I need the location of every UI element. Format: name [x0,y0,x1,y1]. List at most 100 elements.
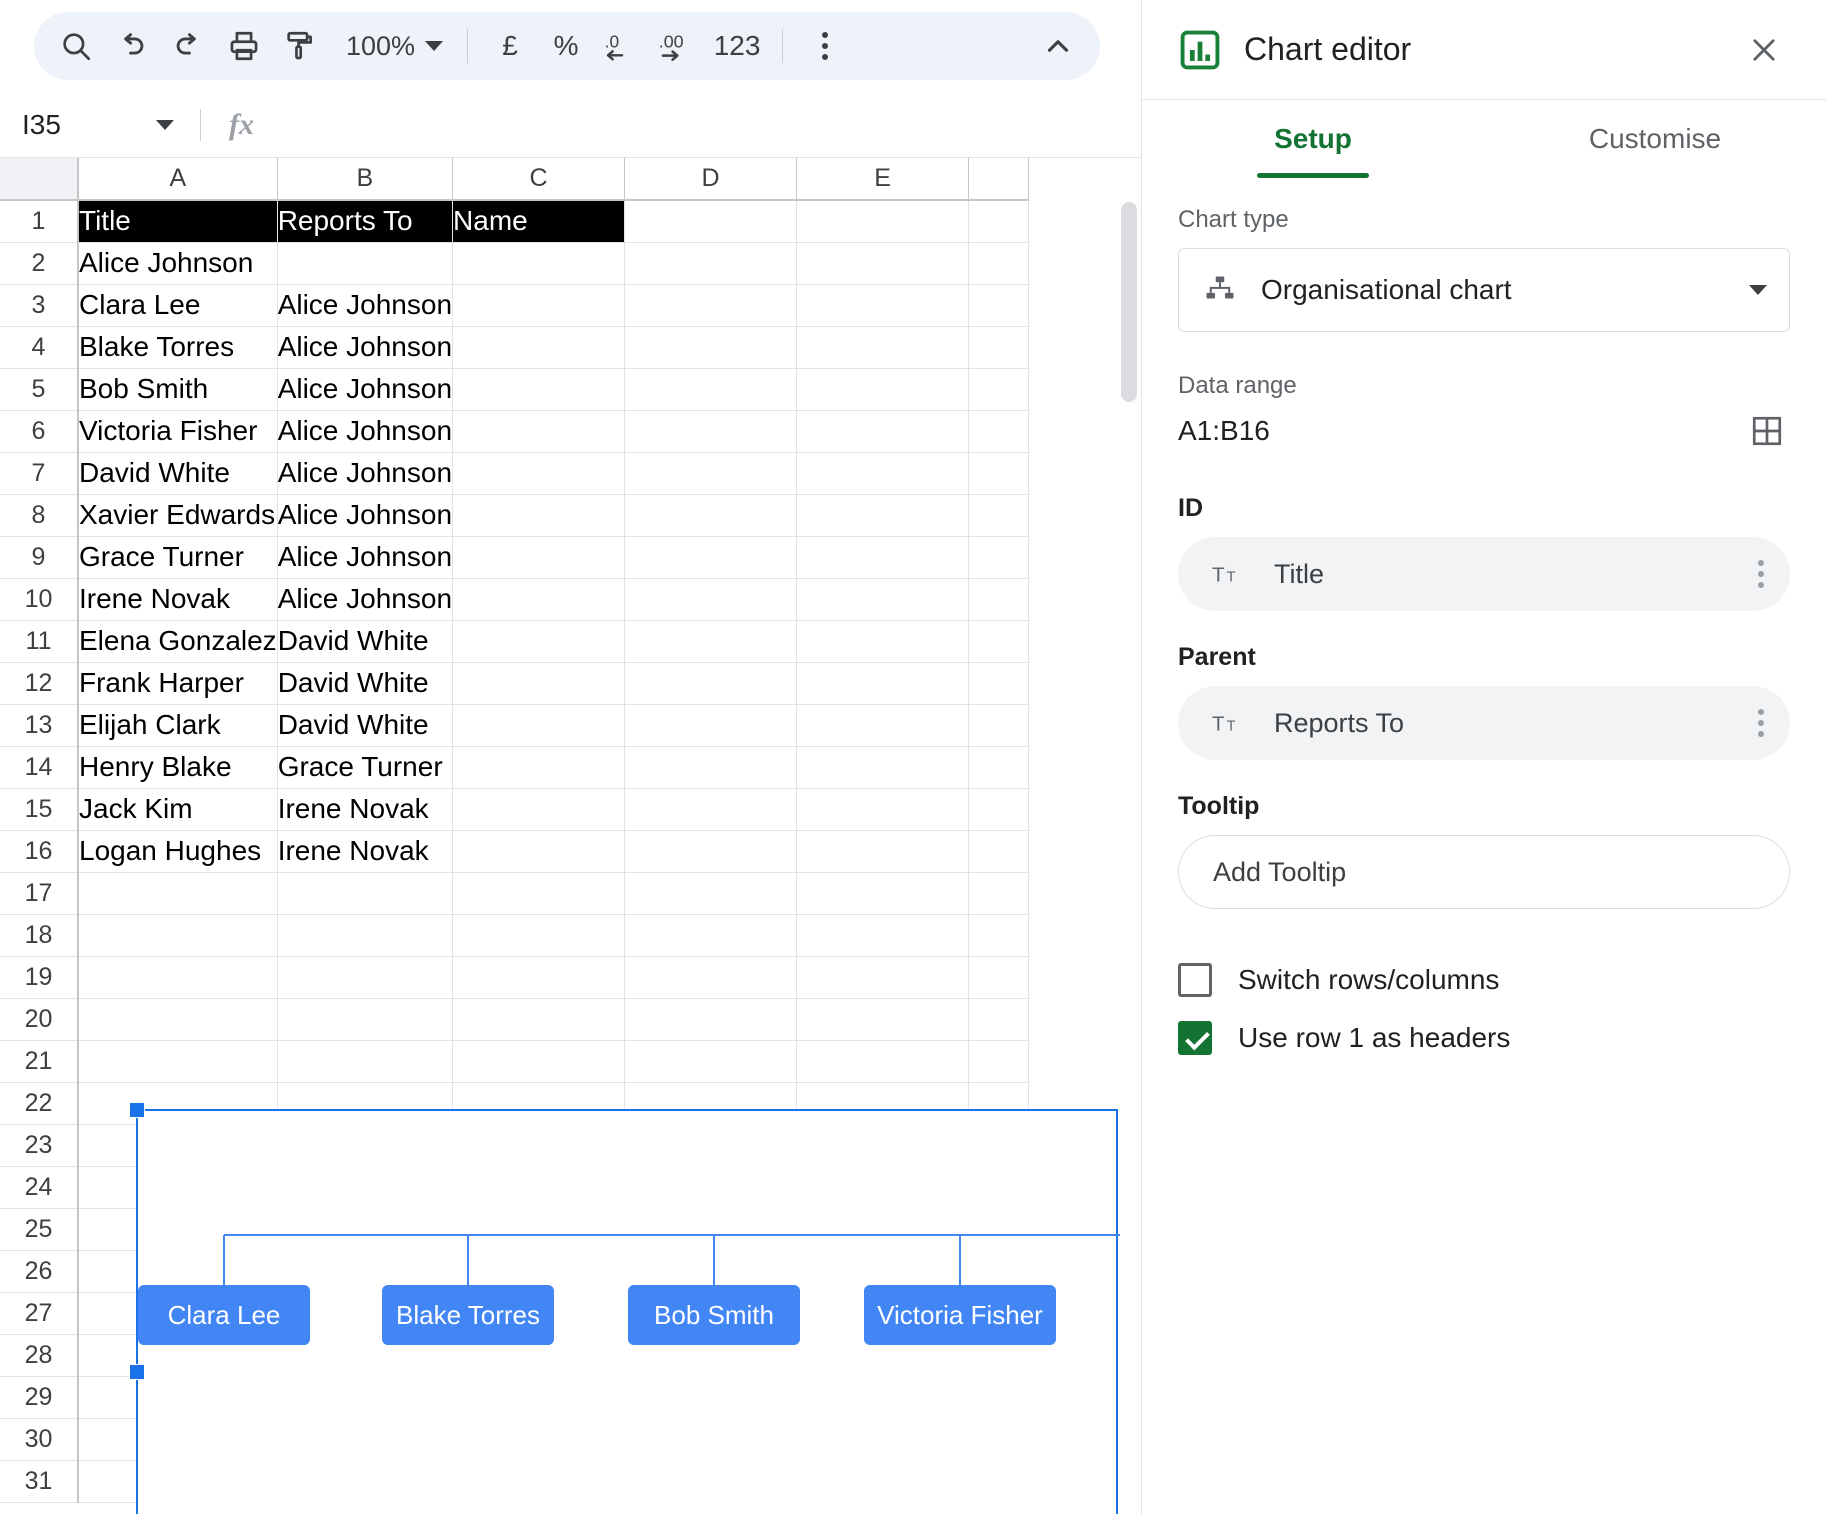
row-header-10[interactable]: 10 [0,578,79,621]
cell-A16[interactable]: Logan Hughes [78,830,278,873]
cell-E6[interactable] [796,410,970,453]
id-field-chip[interactable]: T T Title [1178,537,1790,611]
print-icon[interactable] [216,18,272,74]
cell-partial-10[interactable] [968,578,1030,621]
row-header-18[interactable]: 18 [0,914,79,957]
cell-C15[interactable] [452,788,626,831]
cell-A6[interactable]: Victoria Fisher [78,410,278,453]
cell-E8[interactable] [796,494,970,537]
row-header-14[interactable]: 14 [0,746,79,789]
cell-partial-6[interactable] [968,410,1030,453]
cell-B19[interactable] [277,956,454,999]
cell-A19[interactable] [78,956,278,999]
cell-D21[interactable] [624,1040,798,1083]
column-header-E[interactable]: E [796,158,970,201]
vertical-scrollbar[interactable] [1121,202,1137,1512]
cell-partial-19[interactable] [968,956,1030,999]
cell-B15[interactable]: Irene Novak [277,788,454,831]
column-header-B[interactable]: B [277,158,454,201]
cell-A15[interactable]: Jack Kim [78,788,278,831]
row-header-2[interactable]: 2 [0,242,79,285]
cell-C13[interactable] [452,704,626,747]
cell-partial-15[interactable] [968,788,1030,831]
cell-C17[interactable] [452,872,626,915]
cell-C4[interactable] [452,326,626,369]
column-header-partial[interactable] [968,158,1030,201]
cell-D11[interactable] [624,620,798,663]
cell-A9[interactable]: Grace Turner [78,536,278,579]
zoom-selector[interactable]: 100% [328,18,453,74]
cell-A13[interactable]: Elijah Clark [78,704,278,747]
row-header-17[interactable]: 17 [0,872,79,915]
cell-partial-13[interactable] [968,704,1030,747]
cell-A17[interactable] [78,872,278,915]
row-header-31[interactable]: 31 [0,1460,79,1503]
cell-E19[interactable] [796,956,970,999]
cell-D4[interactable] [624,326,798,369]
tab-setup[interactable]: Setup [1142,100,1484,178]
cell-D5[interactable] [624,368,798,411]
cell-partial-4[interactable] [968,326,1030,369]
cell-A11[interactable]: Elena Gonzalez [78,620,278,663]
cell-E3[interactable] [796,284,970,327]
parent-field-chip[interactable]: T T Reports To [1178,686,1790,760]
cell-A18[interactable] [78,914,278,957]
cell-E2[interactable] [796,242,970,285]
cell-E5[interactable] [796,368,970,411]
undo-icon[interactable] [104,18,160,74]
cell-C5[interactable] [452,368,626,411]
cell-D3[interactable] [624,284,798,327]
cell-partial-21[interactable] [968,1040,1030,1083]
row-header-15[interactable]: 15 [0,788,79,831]
cell-A8[interactable]: Xavier Edwards [78,494,278,537]
row-header-5[interactable]: 5 [0,368,79,411]
switch-rows-columns-checkbox[interactable] [1178,963,1212,997]
cell-E17[interactable] [796,872,970,915]
cell-E21[interactable] [796,1040,970,1083]
cell-A7[interactable]: David White [78,452,278,495]
cell-A20[interactable] [78,998,278,1041]
cell-B6[interactable]: Alice Johnson [277,410,454,453]
name-box[interactable]: I35 [0,92,200,157]
cell-B3[interactable]: Alice Johnson [277,284,454,327]
cell-D20[interactable] [624,998,798,1041]
cell-partial-11[interactable] [968,620,1030,663]
cell-A5[interactable]: Bob Smith [78,368,278,411]
cell-D10[interactable] [624,578,798,621]
data-range-row[interactable]: A1:B16 [1178,414,1790,448]
cell-B8[interactable]: Alice Johnson [277,494,454,537]
cell-E13[interactable] [796,704,970,747]
cell-B12[interactable]: David White [277,662,454,705]
cell-B14[interactable]: Grace Turner [277,746,454,789]
cell-E4[interactable] [796,326,970,369]
cell-partial-8[interactable] [968,494,1030,537]
cell-E11[interactable] [796,620,970,663]
resize-handle-top-left[interactable] [129,1102,145,1118]
cell-C18[interactable] [452,914,626,957]
cell-B5[interactable]: Alice Johnson [277,368,454,411]
paint-format-icon[interactable] [272,18,328,74]
row-header-13[interactable]: 13 [0,704,79,747]
collapse-toolbar-icon[interactable] [1030,18,1086,74]
row-header-24[interactable]: 24 [0,1166,79,1209]
cell-C1[interactable]: Name [452,200,626,243]
select-range-grid-icon[interactable] [1750,414,1784,448]
percent-format-button[interactable]: % [538,18,594,74]
tab-customise[interactable]: Customise [1484,100,1826,178]
row-header-26[interactable]: 26 [0,1250,79,1293]
cell-C2[interactable] [452,242,626,285]
cell-C6[interactable] [452,410,626,453]
cell-C7[interactable] [452,452,626,495]
cell-B16[interactable]: Irene Novak [277,830,454,873]
row-header-1[interactable]: 1 [0,200,79,243]
cell-B7[interactable]: Alice Johnson [277,452,454,495]
row-header-3[interactable]: 3 [0,284,79,327]
cell-B17[interactable] [277,872,454,915]
row-header-9[interactable]: 9 [0,536,79,579]
add-tooltip-button[interactable]: Add Tooltip [1178,835,1790,909]
cell-partial-5[interactable] [968,368,1030,411]
cell-partial-20[interactable] [968,998,1030,1041]
redo-icon[interactable] [160,18,216,74]
cell-E7[interactable] [796,452,970,495]
search-icon[interactable] [48,18,104,74]
